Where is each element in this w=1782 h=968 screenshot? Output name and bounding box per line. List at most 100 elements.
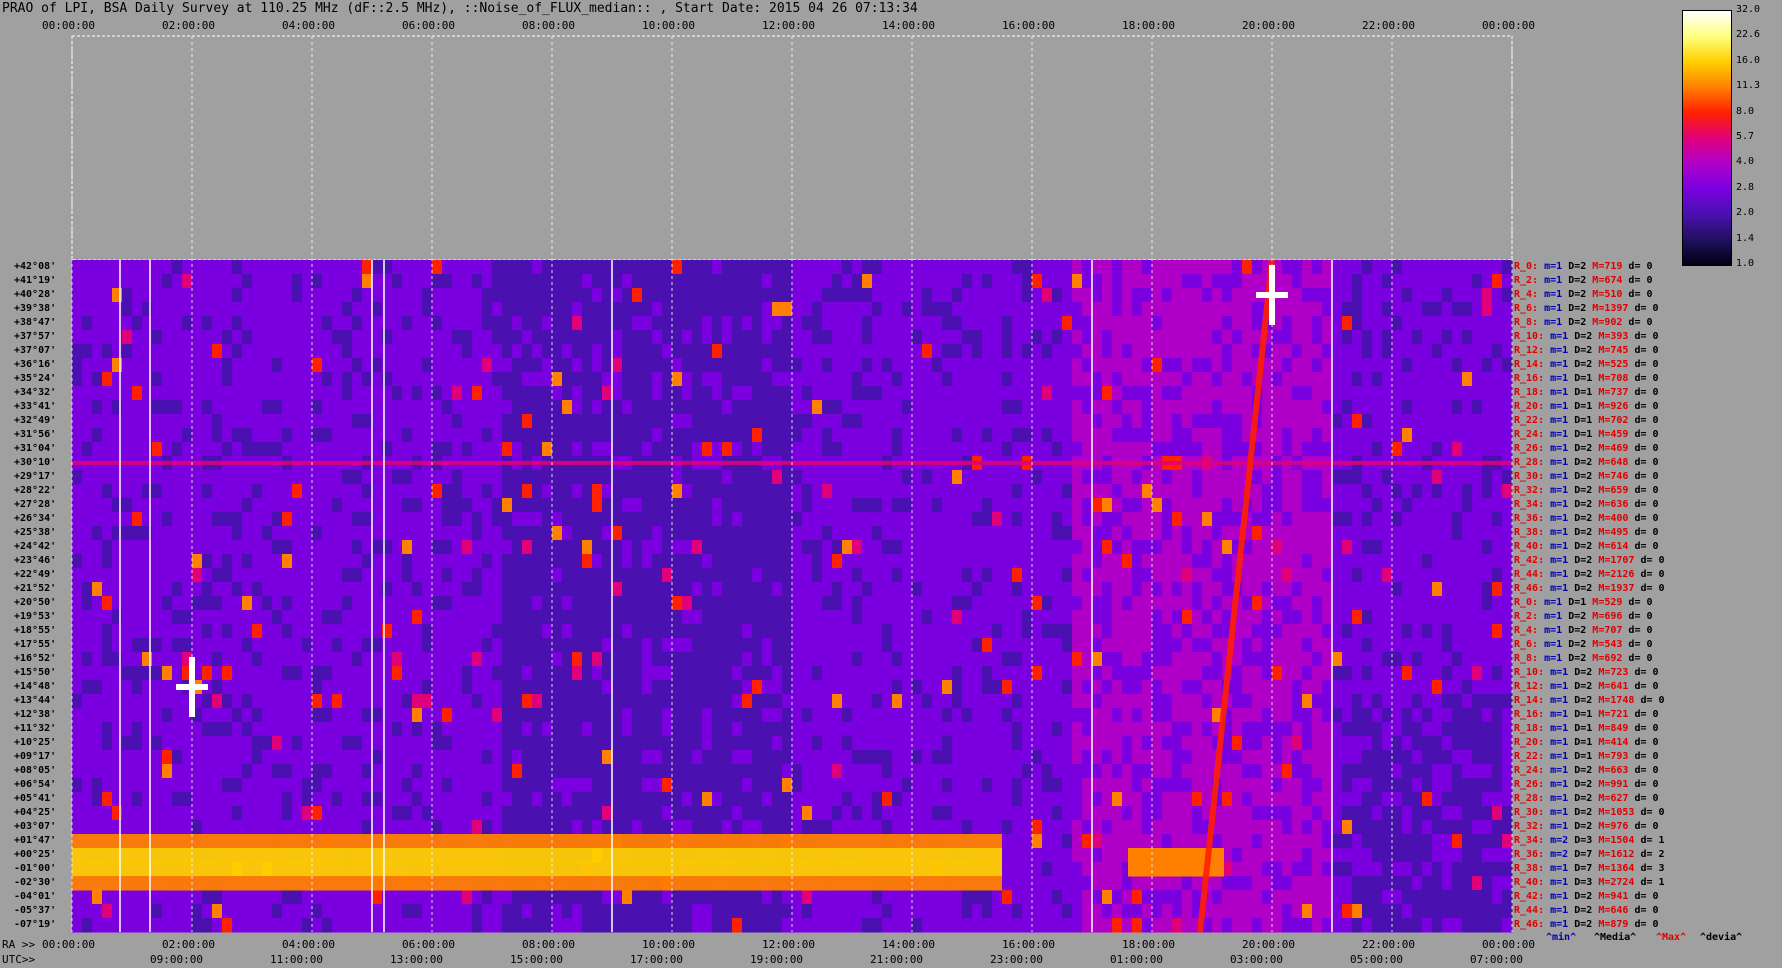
heatmap-cell [792, 708, 803, 723]
heatmap-cell [102, 652, 113, 667]
heatmap-cell [352, 666, 363, 681]
heatmap-cell [342, 610, 353, 625]
heatmap-cell [852, 274, 863, 289]
heatmap-cell [532, 428, 543, 443]
heatmap-cell [492, 484, 503, 499]
heatmap-cell [912, 288, 923, 303]
heatmap-cell [82, 470, 93, 485]
heatmap-cell [1442, 498, 1453, 513]
heatmap-cell [1352, 582, 1363, 597]
heatmap-cell [202, 330, 213, 345]
heatmap-cell [272, 694, 283, 709]
heatmap-cell [1002, 484, 1013, 499]
heatmap-cell [242, 358, 253, 373]
heatmap-cell [972, 400, 983, 415]
heatmap-cell [1482, 638, 1493, 653]
heatmap-cell [752, 526, 763, 541]
heatmap-cell [482, 316, 493, 331]
heatmap-cell [1182, 568, 1193, 583]
heatmap-cell [812, 638, 823, 653]
heatmap-cell [1332, 498, 1343, 513]
heatmap-cell [1362, 666, 1373, 681]
heatmap-cell [82, 386, 93, 401]
heatmap-cell [662, 344, 673, 359]
heatmap-cell [272, 708, 283, 723]
heatmap-cell [102, 694, 113, 709]
heatmap-cell [152, 526, 163, 541]
heatmap-cell [472, 414, 483, 429]
heatmap-cell [932, 442, 943, 457]
heatmap-cell [1002, 638, 1013, 653]
heatmap-cell [462, 442, 473, 457]
heatmap-cell [1492, 274, 1503, 289]
heatmap-cell [512, 470, 523, 485]
heatmap-cell [532, 330, 543, 345]
heatmap-cell [482, 736, 493, 751]
heatmap-cell [602, 680, 613, 695]
heatmap-cell [972, 680, 983, 695]
heatmap-cell [1052, 596, 1063, 611]
heatmap-cell [372, 708, 383, 723]
heatmap-cell [1402, 694, 1413, 709]
heatmap-cell [1462, 540, 1473, 555]
heatmap-cell [872, 596, 883, 611]
heatmap-cell [882, 372, 893, 387]
heatmap-cell [1462, 498, 1473, 513]
heatmap-cell [702, 302, 713, 317]
heatmap-cell [1032, 582, 1043, 597]
heatmap-cell [352, 624, 363, 639]
heatmap-cell [202, 344, 213, 359]
heatmap-cell [442, 736, 453, 751]
heatmap-cell [1402, 666, 1413, 681]
heatmap-cell [482, 498, 493, 513]
heatmap-cell [562, 666, 573, 681]
heatmap-cell [1432, 708, 1443, 723]
heatmap-cell [1472, 358, 1483, 373]
heatmap-cell [732, 428, 743, 443]
heatmap-cell [982, 442, 993, 457]
heatmap-cell [882, 414, 893, 429]
heatmap-cell [92, 610, 103, 625]
heatmap-cell [462, 540, 473, 555]
heatmap-cell [912, 330, 923, 345]
heatmap-cell [562, 484, 573, 499]
heatmap-cell [572, 484, 583, 499]
heatmap-cell [1282, 414, 1293, 429]
heatmap-cell [1262, 372, 1273, 387]
heatmap-cell [142, 736, 153, 751]
heatmap-cell [1482, 610, 1493, 625]
heatmap-cell [762, 302, 773, 317]
heatmap-cell [1062, 358, 1073, 373]
heatmap-cell [212, 666, 223, 681]
heatmap-cell [712, 260, 723, 275]
heatmap-cell [1332, 596, 1343, 611]
heatmap-cell [552, 540, 563, 555]
heatmap-cell [1402, 414, 1413, 429]
heatmap-cell [1242, 554, 1253, 569]
heatmap-cell [702, 470, 713, 485]
heatmap-cell [652, 400, 663, 415]
heatmap-cell [652, 358, 663, 373]
heatmap-cell [1082, 302, 1093, 317]
heatmap-cell [902, 386, 913, 401]
heatmap-cell [842, 442, 853, 457]
heatmap-cell [932, 428, 943, 443]
heatmap-cell [362, 372, 373, 387]
heatmap-cell [122, 330, 133, 345]
heatmap-cell [912, 358, 923, 373]
heatmap-cell [1002, 358, 1013, 373]
heatmap-cell [1422, 638, 1433, 653]
heatmap-cell [742, 512, 753, 527]
heatmap-cell [182, 526, 193, 541]
heatmap-cell [282, 624, 293, 639]
heatmap-cell [132, 470, 143, 485]
heatmap-cell [572, 610, 583, 625]
heatmap-cell [1452, 526, 1463, 541]
heatmap-cell [302, 708, 313, 723]
heatmap-cell [992, 372, 1003, 387]
heatmap-cell [1412, 666, 1423, 681]
heatmap-cell [1352, 260, 1363, 275]
heatmap-cell [92, 260, 103, 275]
heatmap-cell [1072, 372, 1083, 387]
heatmap-cell [1162, 540, 1173, 555]
